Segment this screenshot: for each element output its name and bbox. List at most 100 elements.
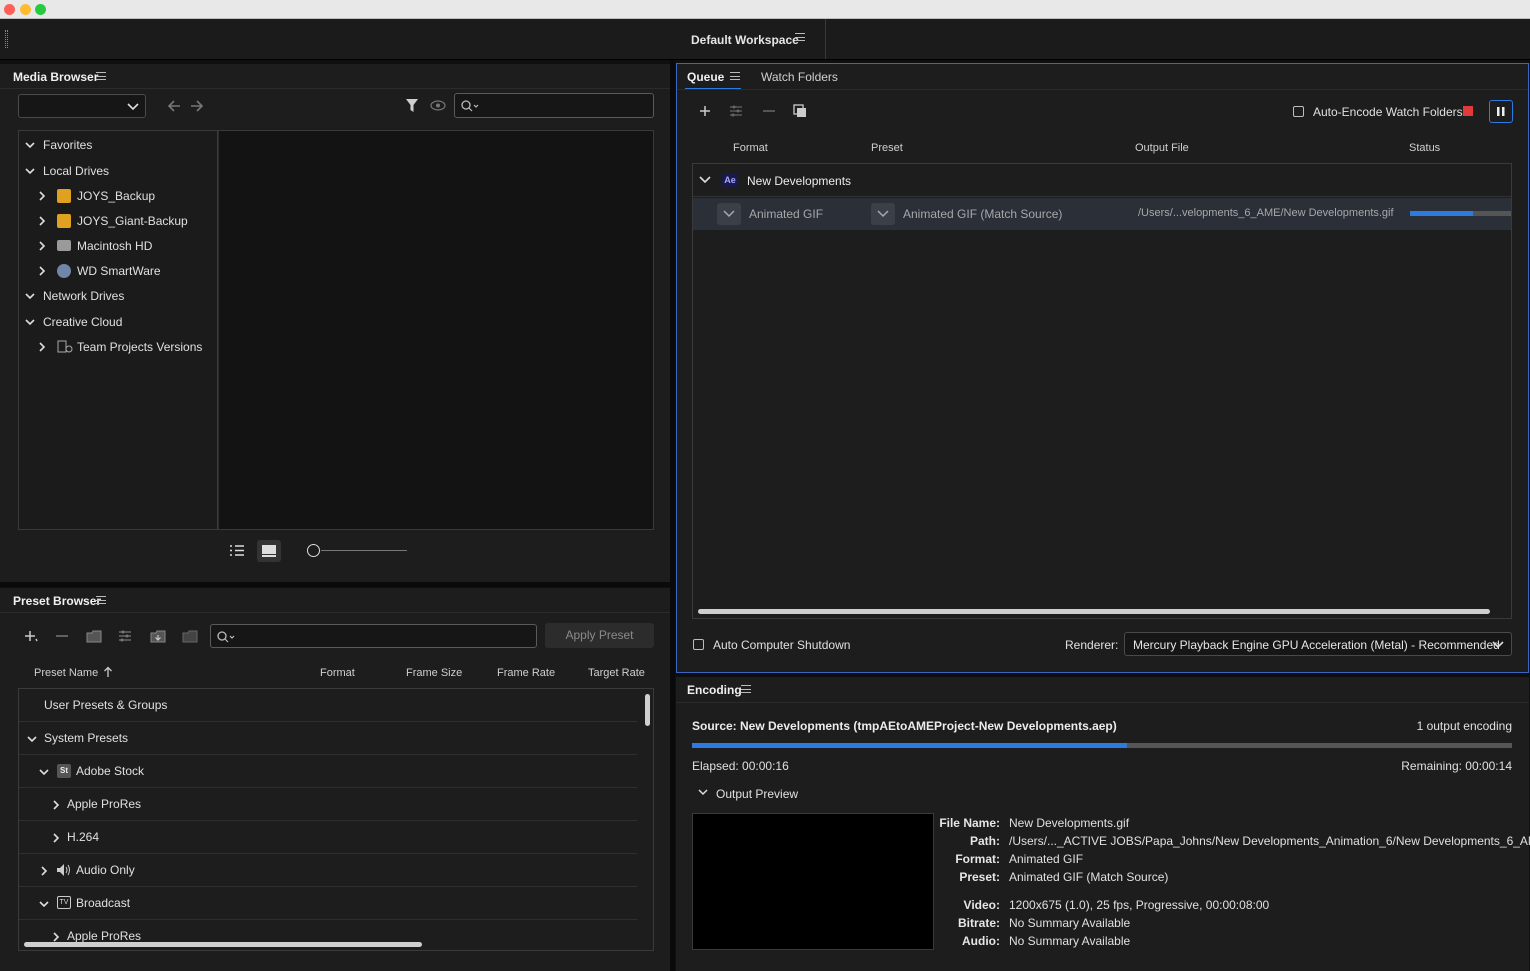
- renderer-dropdown[interactable]: Mercury Playback Engine GPU Acceleration…: [1124, 632, 1512, 656]
- apply-preset-button[interactable]: Apply Preset: [545, 623, 654, 648]
- eye-icon[interactable]: [430, 100, 446, 111]
- zoom-slider-track: [321, 550, 407, 551]
- list-item[interactable]: System Presets: [19, 722, 637, 755]
- divider: [0, 612, 670, 613]
- preset-label: Preset:: [959, 870, 1000, 884]
- add-preset-icon[interactable]: [24, 629, 38, 643]
- list-item[interactable]: TV Broadcast: [19, 887, 637, 920]
- list-item[interactable]: Apple ProRes: [19, 788, 637, 821]
- panel-splitter[interactable]: [670, 60, 675, 971]
- file-name-label: File Name:: [939, 816, 1000, 830]
- renderer-label: Renderer:: [1065, 638, 1119, 652]
- back-arrow-icon[interactable]: [167, 100, 181, 112]
- chevron-right-icon: [39, 216, 46, 226]
- list-item[interactable]: H.264: [19, 821, 637, 854]
- queue-item-row[interactable]: Animated GIF Animated GIF (Match Source)…: [693, 198, 1511, 230]
- remove-preset-icon[interactable]: [56, 635, 68, 637]
- broadcast-icon: TV: [57, 896, 71, 909]
- preset-label: System Presets: [44, 731, 129, 745]
- queue-item-format[interactable]: Animated GIF: [749, 207, 823, 221]
- export-preset-icon[interactable]: [182, 629, 198, 643]
- close-window-button[interactable]: [4, 4, 15, 15]
- auto-shutdown-checkbox[interactable]: [693, 639, 704, 650]
- panel-menu-icon[interactable]: [96, 72, 106, 80]
- list-item[interactable]: User Presets & Groups: [19, 689, 637, 722]
- forward-arrow-icon[interactable]: [190, 100, 204, 112]
- import-preset-icon[interactable]: [150, 629, 166, 643]
- remove-icon[interactable]: [763, 110, 775, 112]
- tab-watch-folders[interactable]: Watch Folders: [761, 70, 838, 84]
- zoom-window-button[interactable]: [35, 4, 46, 15]
- column-header-format[interactable]: Format: [733, 142, 768, 154]
- queue-item-progress-fill: [1410, 211, 1473, 216]
- queue-item-preset[interactable]: Animated GIF (Match Source): [903, 207, 1062, 221]
- chevron-down-icon[interactable]: [698, 789, 708, 797]
- preset-browser-panel: Preset Browser Apply Preset Preset Name …: [0, 588, 670, 971]
- duplicate-icon[interactable]: [793, 104, 807, 118]
- renderer-value: Mercury Playback Engine GPU Acceleration…: [1133, 638, 1500, 652]
- zoom-slider-handle[interactable]: [307, 544, 320, 557]
- panel-menu-icon[interactable]: [96, 596, 106, 604]
- list-item[interactable]: Audio Only: [19, 854, 637, 887]
- column-header-frame-size[interactable]: Frame Size: [406, 667, 462, 679]
- sort-ascending-icon[interactable]: [103, 666, 113, 678]
- preset-settings-icon[interactable]: [118, 630, 132, 642]
- horizontal-scrollbar[interactable]: [24, 942, 422, 947]
- format-dropdown[interactable]: [717, 203, 741, 225]
- workspace-menu-icon[interactable]: [795, 33, 805, 41]
- column-header-output-file[interactable]: Output File: [1135, 142, 1189, 154]
- queue-item-output-file[interactable]: /Users/...velopments_6_AME/New Developme…: [1138, 207, 1394, 219]
- new-group-icon[interactable]: [86, 629, 102, 643]
- add-source-icon[interactable]: [699, 105, 711, 117]
- column-header-preset-name[interactable]: Preset Name: [34, 667, 98, 679]
- video-label: Video:: [963, 898, 1000, 912]
- tab-queue[interactable]: Queue: [687, 70, 724, 84]
- output-preview-label[interactable]: Output Preview: [716, 787, 798, 801]
- remaining-time: Remaining: 00:00:14: [1401, 759, 1512, 773]
- panel-splitter[interactable]: [0, 582, 670, 587]
- elapsed-time: Elapsed: 00:00:16: [692, 759, 789, 773]
- workspace-title[interactable]: Default Workspace: [691, 33, 799, 47]
- column-header-status[interactable]: Status: [1409, 142, 1440, 154]
- media-search-input[interactable]: [454, 93, 654, 118]
- adobe-stock-icon: St: [57, 764, 71, 778]
- preset-label: User Presets & Groups: [44, 698, 168, 712]
- vertical-scrollbar[interactable]: [645, 694, 650, 726]
- location-dropdown[interactable]: [18, 94, 146, 118]
- chevron-down-icon: [877, 210, 889, 218]
- media-content-area[interactable]: [218, 130, 654, 530]
- preset-dropdown[interactable]: [871, 203, 895, 225]
- hard-drive-icon: [57, 240, 71, 251]
- tree-label: Favorites: [43, 138, 93, 152]
- chevron-down-icon[interactable]: [699, 175, 711, 185]
- drag-grip-icon[interactable]: [5, 30, 8, 48]
- workspace-bar: Default Workspace: [0, 19, 1530, 60]
- preset-search-input[interactable]: [210, 624, 537, 648]
- column-header-target-rate[interactable]: Target Rate: [588, 667, 645, 679]
- chevron-down-icon: [1492, 641, 1504, 649]
- chevron-right-icon: [39, 342, 46, 352]
- filter-icon[interactable]: [405, 98, 419, 113]
- list-item[interactable]: St Adobe Stock: [19, 755, 637, 788]
- panel-menu-icon[interactable]: [730, 72, 740, 80]
- list-view-icon[interactable]: [229, 544, 245, 557]
- stop-queue-button[interactable]: [1463, 106, 1473, 116]
- file-name-value: New Developments.gif: [1009, 816, 1130, 830]
- horizontal-scrollbar[interactable]: [698, 609, 1490, 614]
- queue-settings-icon[interactable]: [729, 105, 743, 117]
- queue-group-row[interactable]: Ae New Developments: [693, 164, 1511, 197]
- zoom-slider[interactable]: [307, 544, 407, 558]
- panel-menu-icon[interactable]: [741, 685, 751, 693]
- minimize-window-button[interactable]: [20, 4, 31, 15]
- auto-encode-checkbox[interactable]: [1293, 106, 1304, 117]
- column-header-frame-rate[interactable]: Frame Rate: [497, 667, 555, 679]
- pause-icon: [1497, 107, 1505, 116]
- icon-view-button[interactable]: [257, 540, 281, 562]
- format-label: Format:: [955, 852, 1000, 866]
- chevron-right-icon: [41, 866, 48, 876]
- pause-queue-button[interactable]: [1489, 100, 1513, 123]
- path-value: /Users/..._ACTIVE JOBS/Papa_Johns/New De…: [1009, 834, 1530, 848]
- column-header-preset[interactable]: Preset: [871, 142, 903, 154]
- column-header-format[interactable]: Format: [320, 667, 355, 679]
- video-value: 1200x675 (1.0), 25 fps, Progressive, 00:…: [1009, 898, 1270, 912]
